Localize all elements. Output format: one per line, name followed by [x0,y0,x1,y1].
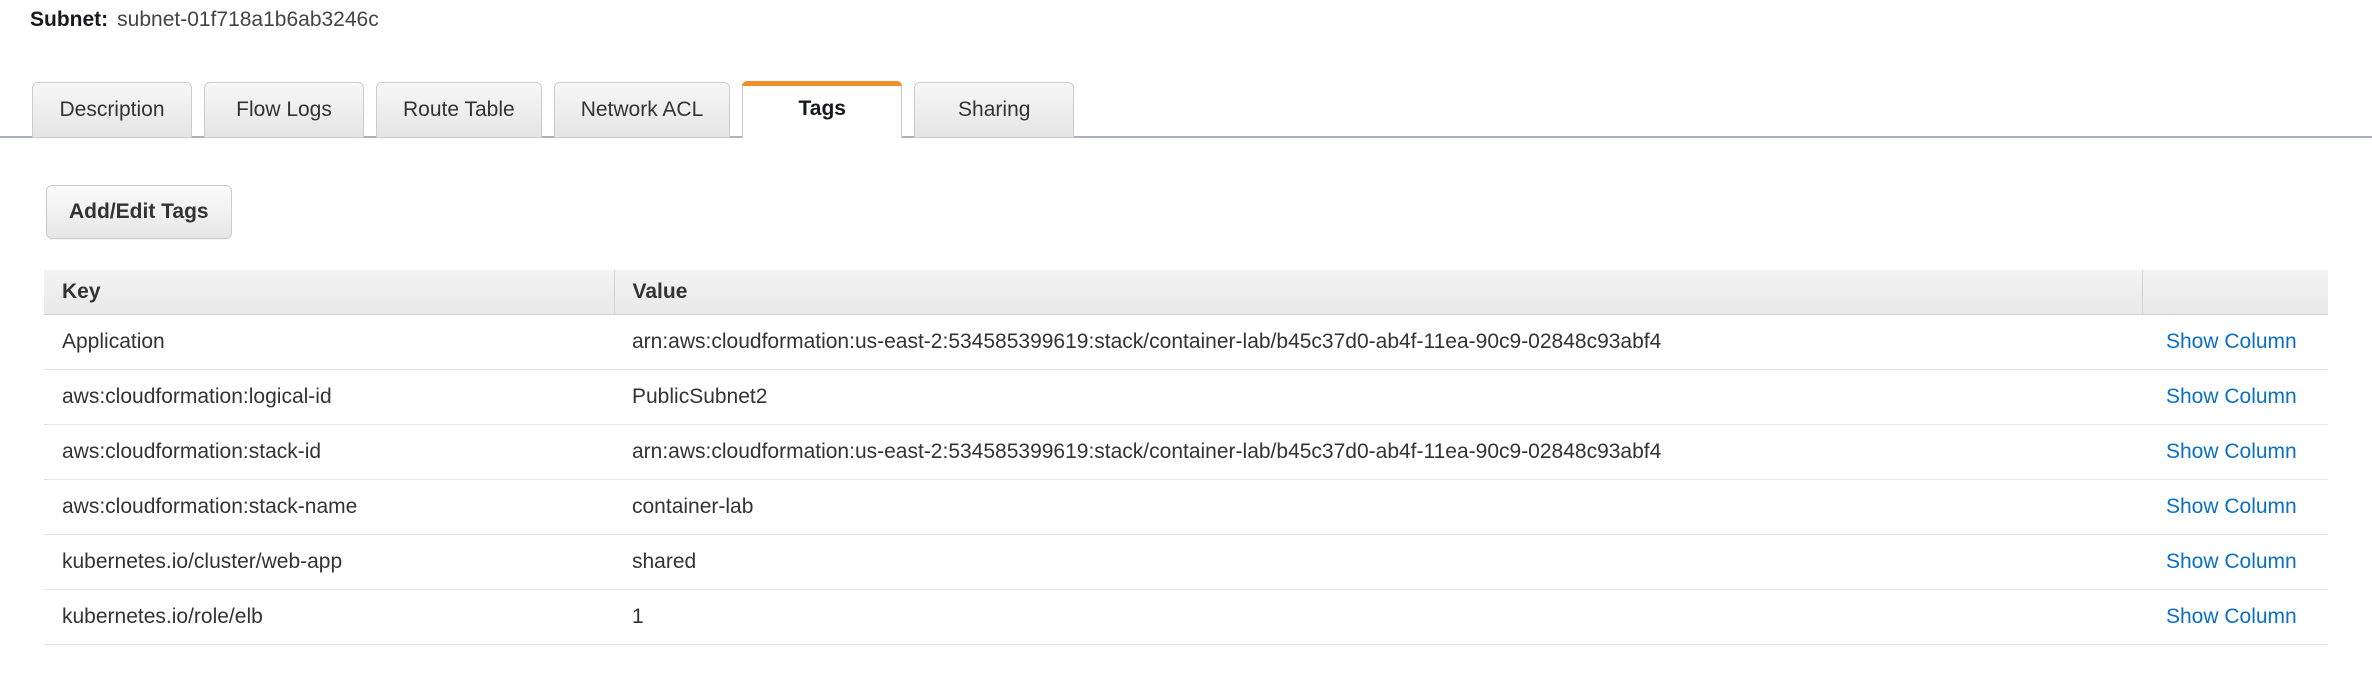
cell-action: Show Column [2142,479,2328,535]
tags-table: Key Value Application arn:aws:cloudforma… [44,270,2328,645]
cell-key: Application [44,314,614,370]
tab-network-acl[interactable]: Network ACL [553,82,731,138]
page-title-label: Subnet: [30,8,109,31]
cell-key: kubernetes.io/role/elb [44,589,614,645]
show-column-link[interactable]: Show Column [2166,330,2297,353]
cell-value: container-lab [614,479,2142,535]
tab-tags-label: Tags [798,97,846,120]
table-header-row: Key Value [44,270,2328,315]
cell-key: kubernetes.io/cluster/web-app [44,534,614,590]
tab-route-table-label: Route Table [403,98,515,121]
column-header-value: Value [613,270,2142,315]
show-column-link[interactable]: Show Column [2166,440,2297,463]
tags-table-head: Key Value [44,270,2328,315]
tab-route-table[interactable]: Route Table [376,82,542,138]
tab-list: Description Flow Logs Route Table Networ… [32,81,1075,139]
table-row: aws:cloudformation:stack-id arn:aws:clou… [44,424,2328,480]
table-row: aws:cloudformation:logical-id PublicSubn… [44,369,2328,425]
add-edit-tags-button[interactable]: Add/Edit Tags [46,185,232,239]
tab-sharing-label: Sharing [958,98,1031,121]
cell-key: aws:cloudformation:stack-name [44,479,614,535]
tab-tags[interactable]: Tags [742,81,903,139]
column-header-action [2141,270,2328,315]
show-column-link[interactable]: Show Column [2166,385,2297,408]
tab-flow-logs[interactable]: Flow Logs [204,82,364,138]
tab-network-acl-label: Network ACL [580,98,704,121]
cell-key: aws:cloudformation:logical-id [44,369,614,425]
tab-sharing[interactable]: Sharing [914,82,1075,138]
tab-flow-logs-label: Flow Logs [236,98,332,121]
page-title-value: subnet-01f718a1b6ab3246c [117,8,379,31]
show-column-link[interactable]: Show Column [2166,550,2297,573]
page-title: Subnet: subnet-01f718a1b6ab3246c [30,0,379,40]
cell-action: Show Column [2142,314,2328,370]
cell-value: PublicSubnet2 [614,369,2142,425]
cell-key: aws:cloudformation:stack-id [44,424,614,480]
table-row: kubernetes.io/role/elb 1 Show Column [44,589,2328,645]
add-edit-tags-label: Add/Edit Tags [69,200,209,223]
tab-description-label: Description [59,98,165,121]
tab-description[interactable]: Description [32,82,192,138]
tags-table-body: Application arn:aws:cloudformation:us-ea… [44,314,2328,645]
cell-action: Show Column [2142,424,2328,480]
cell-action: Show Column [2142,369,2328,425]
table-row: aws:cloudformation:stack-name container-… [44,479,2328,535]
column-header-key: Key [44,270,614,315]
table-row: kubernetes.io/cluster/web-app shared Sho… [44,534,2328,590]
cell-action: Show Column [2142,589,2328,645]
show-column-link[interactable]: Show Column [2166,495,2297,518]
cell-value: shared [614,534,2142,590]
cell-value: 1 [614,589,2142,645]
cell-value: arn:aws:cloudformation:us-east-2:5345853… [614,314,2142,370]
cell-value: arn:aws:cloudformation:us-east-2:5345853… [614,424,2142,480]
table-row: Application arn:aws:cloudformation:us-ea… [44,314,2328,370]
tab-bar: Description Flow Logs Route Table Networ… [0,48,2372,139]
cell-action: Show Column [2142,534,2328,590]
show-column-link[interactable]: Show Column [2166,605,2297,628]
tags-toolbar: Add/Edit Tags [46,185,232,239]
